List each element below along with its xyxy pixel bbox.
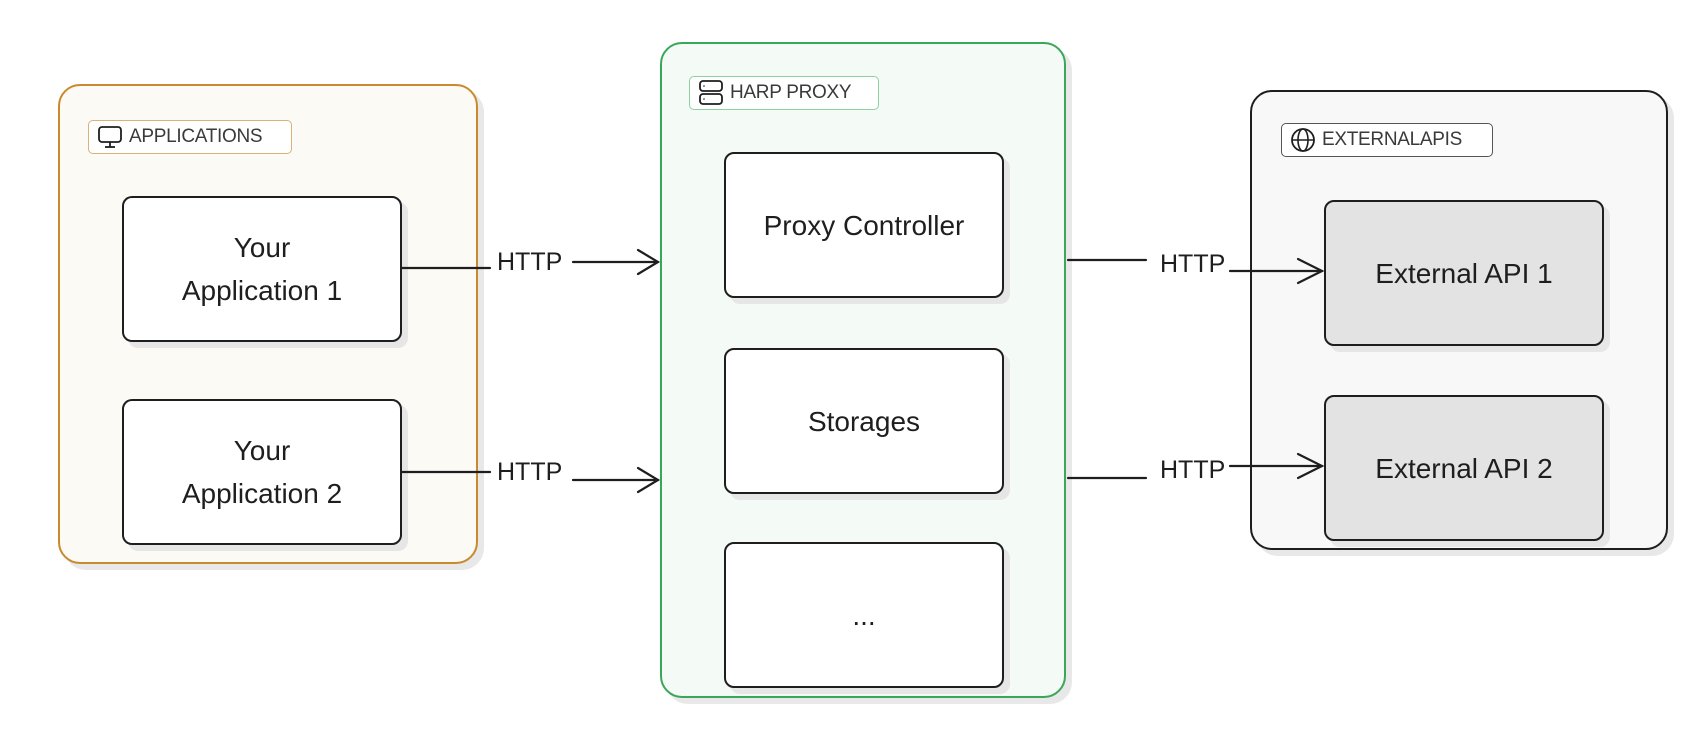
edge-label-api2: HTTP bbox=[1160, 456, 1226, 484]
proxy-controller-node: Proxy Controller bbox=[724, 152, 1004, 298]
external-apis-label: EXTERNALAPIS bbox=[1322, 129, 1463, 150]
applications-tag: APPLICATIONS bbox=[88, 120, 292, 154]
harp-proxy-tag: HARP PROXY bbox=[689, 76, 879, 110]
server-icon bbox=[699, 80, 723, 105]
external-api-2-label: External API 2 bbox=[1375, 452, 1553, 484]
your-application-2-node: Your Application 2 bbox=[122, 399, 402, 545]
more-node: ... bbox=[724, 542, 1004, 688]
external-api-1-node: External API 1 bbox=[1324, 200, 1604, 346]
edge-label-api1: HTTP bbox=[1160, 250, 1226, 278]
app1-line2: Application 1 bbox=[181, 275, 343, 306]
proxy-controller-label: Proxy Controller bbox=[763, 209, 965, 241]
app2-line2: Application 2 bbox=[181, 478, 343, 509]
storages-node: Storages bbox=[724, 348, 1004, 494]
monitor-icon bbox=[98, 126, 122, 148]
harp-proxy-label: HARP PROXY bbox=[730, 82, 852, 103]
edge-app2-arrowhead bbox=[636, 466, 661, 494]
edge-label-app2: HTTP bbox=[497, 458, 563, 486]
external-api-1-label: External API 1 bbox=[1375, 257, 1553, 289]
applications-label: APPLICATIONS bbox=[129, 126, 263, 147]
more-label: ... bbox=[852, 599, 876, 631]
storages-label: Storages bbox=[807, 405, 921, 437]
external-apis-tag: EXTERNALAPIS bbox=[1281, 123, 1493, 157]
edge-app1-arrowhead bbox=[636, 248, 661, 276]
your-application-1-node: Your Application 1 bbox=[122, 196, 402, 342]
globe-icon bbox=[1291, 128, 1315, 152]
external-api-2-node: External API 2 bbox=[1324, 395, 1604, 541]
app1-line1: Your bbox=[233, 232, 291, 263]
edge-label-app1: HTTP bbox=[497, 248, 563, 276]
app2-line1: Your bbox=[233, 435, 291, 466]
